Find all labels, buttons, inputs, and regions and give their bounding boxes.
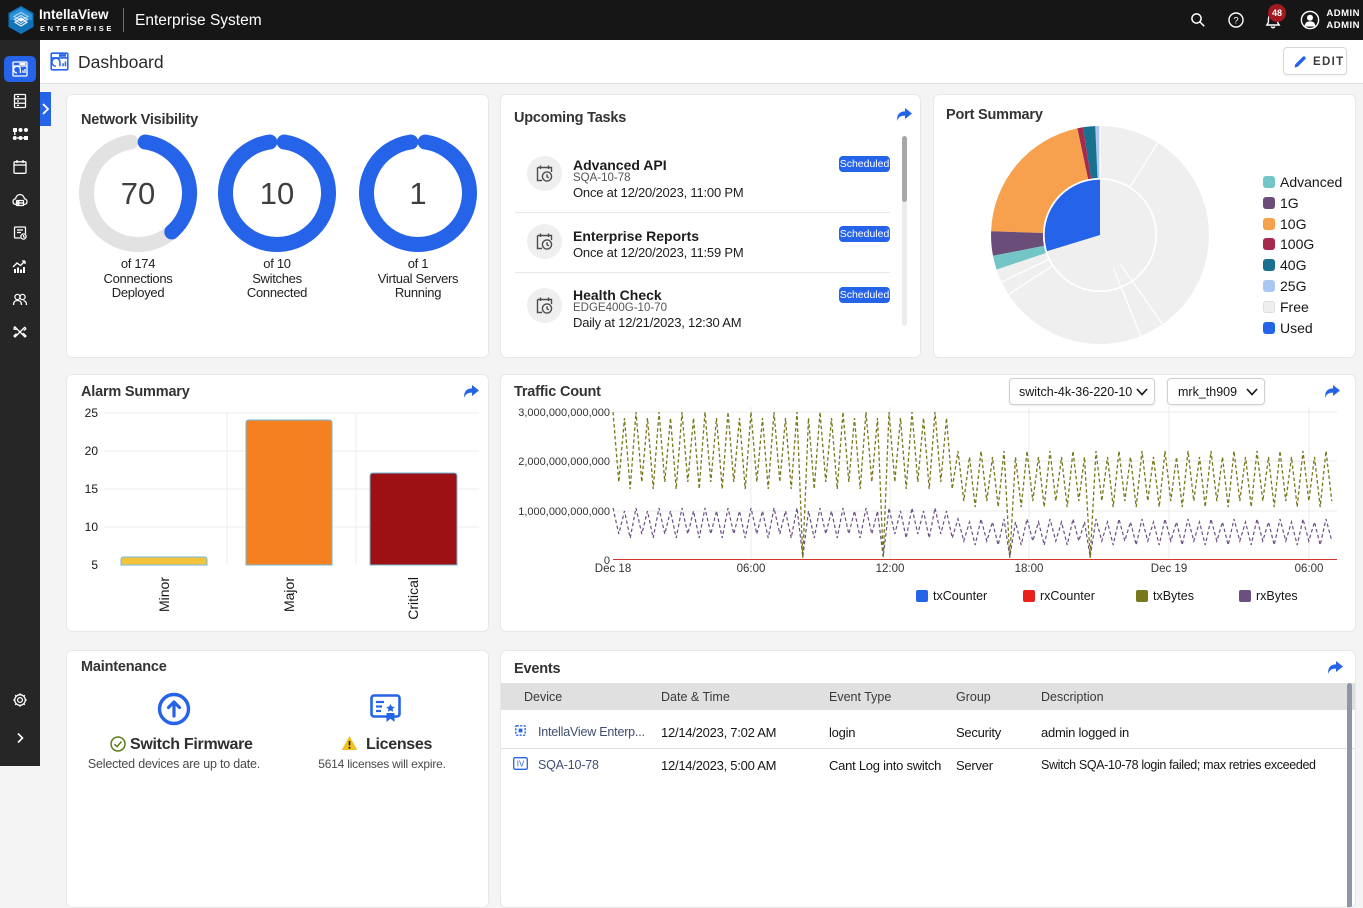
svg-text:Dec 18: Dec 18: [595, 563, 631, 575]
svg-text:5: 5: [91, 558, 98, 572]
svg-text:06:00: 06:00: [1295, 563, 1324, 575]
svg-text:06:00: 06:00: [737, 563, 766, 575]
svg-text:1,000,000,000,000: 1,000,000,000,000: [518, 506, 610, 518]
svg-text:15: 15: [85, 482, 99, 496]
svg-text:txBytes: txBytes: [1153, 589, 1194, 603]
svg-text:rxBytes: rxBytes: [1256, 589, 1298, 603]
svg-text:Critical: Critical: [405, 577, 421, 620]
svg-text:20: 20: [85, 444, 99, 458]
svg-text:10: 10: [85, 520, 99, 534]
svg-text:Dec 19: Dec 19: [1151, 563, 1187, 575]
svg-text:70: 70: [121, 176, 155, 211]
svg-text:Major: Major: [281, 577, 297, 612]
svg-text:25: 25: [85, 406, 99, 420]
svg-text:?: ?: [1233, 15, 1238, 26]
svg-text:Minor: Minor: [156, 577, 172, 612]
svg-text:txCounter: txCounter: [933, 589, 987, 603]
svg-text:12:00: 12:00: [876, 563, 905, 575]
svg-text:1: 1: [409, 176, 426, 211]
svg-text:3,000,000,000,000: 3,000,000,000,000: [518, 407, 610, 419]
svg-text:2,000,000,000,000: 2,000,000,000,000: [518, 456, 610, 468]
svg-text:IV: IV: [517, 760, 525, 769]
svg-text:10: 10: [260, 176, 294, 211]
svg-text:rxCounter: rxCounter: [1040, 589, 1095, 603]
svg-text:18:00: 18:00: [1015, 563, 1044, 575]
